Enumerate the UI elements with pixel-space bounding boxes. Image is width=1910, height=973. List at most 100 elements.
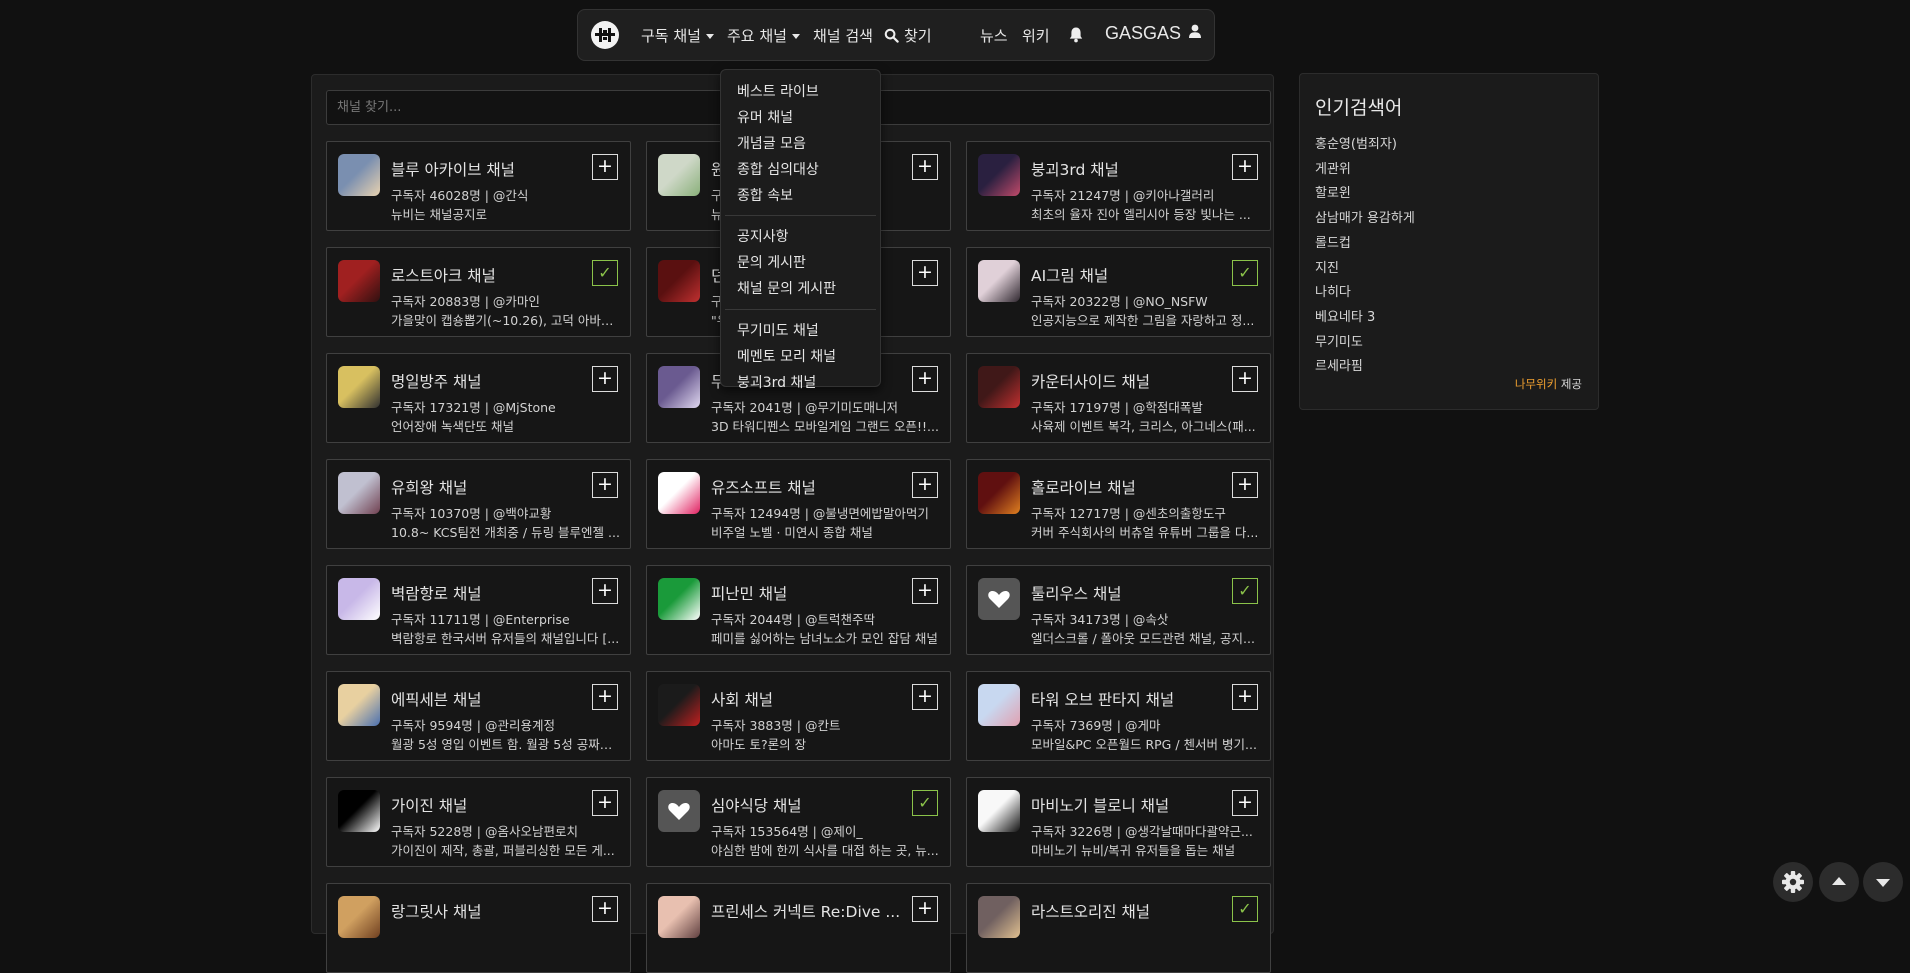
channel-card[interactable]: 카운터사이드 채널 구독자 17197명 | @학점대폭발 사육제 이벤트 복각, …	[966, 353, 1271, 443]
subscribe-plus-button[interactable]: +	[912, 154, 938, 180]
popular-search-item[interactable]: 무기미도	[1315, 331, 1363, 350]
subscribed-check-button[interactable]: ✓	[1232, 896, 1258, 922]
popular-search-item[interactable]: 르세라핌	[1315, 355, 1363, 374]
subscribe-plus-button[interactable]: +	[1232, 366, 1258, 392]
channel-name[interactable]: AI그림 채널	[1031, 264, 1222, 286]
channel-card[interactable]: 블루 아카이브 채널 구독자 46028명 | @간식 뉴비는 채널공지로 +	[326, 141, 631, 231]
channel-name[interactable]: 랑그릿사 채널	[391, 900, 582, 922]
notification-bell-icon[interactable]	[1068, 26, 1084, 47]
user-menu[interactable]: GASGAS	[1105, 23, 1202, 44]
channel-name[interactable]: 툴리우스 채널	[1031, 582, 1222, 604]
subscribe-plus-button[interactable]: +	[912, 472, 938, 498]
dropdown-item-best-live[interactable]: 베스트 라이브	[737, 81, 819, 101]
subscribe-plus-button[interactable]: +	[1232, 472, 1258, 498]
nav-wiki[interactable]: 위키	[1022, 25, 1050, 46]
dropdown-item-breaking[interactable]: 종합 속보	[737, 185, 793, 205]
popular-search-item[interactable]: 삼남매가 용감하게	[1315, 207, 1415, 226]
channel-card[interactable]: 랑그릿사 채널 +	[326, 883, 631, 973]
channel-card[interactable]: 유즈소프트 채널 구독자 12494명 | @불냉면에밥말아먹기 비주얼 노벨 · …	[646, 459, 951, 549]
subscribe-plus-button[interactable]: +	[592, 790, 618, 816]
nav-news[interactable]: 뉴스	[980, 25, 1008, 46]
channel-name[interactable]: 벽람항로 채널	[391, 582, 582, 604]
channel-card[interactable]: 벽람항로 채널 구독자 11711명 | @Enterprise 벽람항로 한국서버…	[326, 565, 631, 655]
channel-name[interactable]: 라스트오리진 채널	[1031, 900, 1222, 922]
nav-channel-search[interactable]: 채널 검색	[813, 25, 873, 46]
dropdown-item-notice[interactable]: 공지사항	[737, 226, 789, 246]
channel-card[interactable]: 심야식당 채널 구독자 153564명 | @제이_ 야심한 밤에 한끼 식사를 대…	[646, 777, 951, 867]
subscribe-plus-button[interactable]: +	[592, 684, 618, 710]
channel-name[interactable]: 사회 채널	[711, 688, 902, 710]
site-logo[interactable]	[591, 21, 619, 49]
settings-button[interactable]	[1773, 862, 1813, 902]
channel-card[interactable]: 피난민 채널 구독자 2044명 | @트럭챈주딱 페미를 싫어하는 남녀노소가 모…	[646, 565, 951, 655]
channel-name[interactable]: 피난민 채널	[711, 582, 902, 604]
subscribed-check-button[interactable]: ✓	[1232, 578, 1258, 604]
channel-card[interactable]: 붕괴3rd 채널 구독자 21247명 | @키아나갤러리 최초의 율자 진아 엘리…	[966, 141, 1271, 231]
channel-name[interactable]: 유희왕 채널	[391, 476, 582, 498]
subscribe-plus-button[interactable]: +	[1232, 684, 1258, 710]
nav-main-channels[interactable]: 주요 채널	[727, 25, 800, 46]
subscribe-plus-button[interactable]: +	[912, 260, 938, 286]
scroll-top-button[interactable]	[1819, 862, 1859, 902]
subscribe-plus-button[interactable]: +	[1232, 154, 1258, 180]
channel-card[interactable]: 타워 오브 판타지 채널 구독자 7369명 | @게마 모바일&PC 오픈월드 R…	[966, 671, 1271, 761]
nav-subscribed-channels[interactable]: 구독 채널	[641, 25, 714, 46]
subscribe-plus-button[interactable]: +	[592, 578, 618, 604]
popular-search-item[interactable]: 나히다	[1315, 281, 1351, 300]
subscribe-plus-button[interactable]: +	[912, 578, 938, 604]
channel-name[interactable]: 붕괴3rd 채널	[1031, 158, 1222, 180]
channel-name[interactable]: 홀로라이브 채널	[1031, 476, 1222, 498]
subscribe-plus-button[interactable]: +	[912, 896, 938, 922]
channel-name[interactable]: 카운터사이드 채널	[1031, 370, 1222, 392]
channel-card[interactable]: 유희왕 채널 구독자 10370명 | @백야교황 10.8~ KCS팀전 개최중 …	[326, 459, 631, 549]
subscribe-plus-button[interactable]: +	[592, 154, 618, 180]
channel-name[interactable]: 블루 아카이브 채널	[391, 158, 582, 180]
channel-card[interactable]: 마비노기 블로니 채널 구독자 3226명 | @생각날때마다괄약근... 마비노기…	[966, 777, 1271, 867]
channel-card[interactable]: 툴리우스 채널 구독자 34173명 | @속삿 엘더스크롤 / 폴아웃 모드관련 …	[966, 565, 1271, 655]
nav-find[interactable]: 찾기	[884, 25, 932, 46]
dropdown-item-channel-inquiry[interactable]: 채널 문의 게시판	[737, 278, 836, 298]
channel-name[interactable]: 마비노기 블로니 채널	[1031, 794, 1222, 816]
subscribe-plus-button[interactable]: +	[592, 472, 618, 498]
subscribed-check-button[interactable]: ✓	[592, 260, 618, 286]
channel-card[interactable]: 에픽세븐 채널 구독자 9594명 | @관리용계정 월광 5성 영입 이벤트 함.…	[326, 671, 631, 761]
subscribe-plus-button[interactable]: +	[592, 896, 618, 922]
dropdown-item-memento-mori[interactable]: 메멘토 모리 채널	[737, 346, 836, 366]
subscribe-plus-button[interactable]: +	[1232, 790, 1258, 816]
popular-search-item[interactable]: 할로윈	[1315, 182, 1351, 201]
channel-card[interactable]: 가이진 채널 구독자 5228명 | @옴사오남편로치 가이진이 제작, 총괄, 퍼…	[326, 777, 631, 867]
channel-name[interactable]: 유즈소프트 채널	[711, 476, 902, 498]
subscribe-plus-button[interactable]: +	[912, 366, 938, 392]
dropdown-item-honkai[interactable]: 붕괴3rd 채널	[737, 372, 816, 392]
dropdown-item-inquiry[interactable]: 문의 게시판	[737, 252, 806, 272]
popular-search-item[interactable]: 지진	[1315, 257, 1339, 276]
subscribed-check-button[interactable]: ✓	[912, 790, 938, 816]
channel-card[interactable]: 홀로라이브 채널 구독자 12717명 | @센초의출항도구 커버 주식회사의 버츄…	[966, 459, 1271, 549]
channel-card[interactable]: 라스트오리진 채널 ✓	[966, 883, 1271, 973]
channel-name[interactable]: 에픽세븐 채널	[391, 688, 582, 710]
channel-name[interactable]: 명일방주 채널	[391, 370, 582, 392]
channel-card[interactable]: 사회 채널 구독자 3883명 | @칸트 아마도 토?론의 장 +	[646, 671, 951, 761]
popular-search-item[interactable]: 롤드컵	[1315, 232, 1351, 251]
popular-search-item[interactable]: 베요네타 3	[1315, 306, 1375, 325]
dropdown-item-mugimido[interactable]: 무기미도 채널	[737, 320, 819, 340]
channel-name[interactable]: 타워 오브 판타지 채널	[1031, 688, 1222, 710]
channel-card[interactable]: 로스트아크 채널 구독자 20883명 | @카마인 가을맞이 캡숑뽑기(~10.2…	[326, 247, 631, 337]
channel-card[interactable]: 명일방주 채널 구독자 17321명 | @MjStone 언어장애 녹색단또 채널…	[326, 353, 631, 443]
dropdown-item-review[interactable]: 종합 심의대상	[737, 159, 819, 179]
channel-card[interactable]: AI그림 채널 구독자 20322명 | @NO_NSFW 인공지능으로 제작한 그…	[966, 247, 1271, 337]
subscribe-plus-button[interactable]: +	[912, 684, 938, 710]
popular-search-item[interactable]: 홍순영(범죄자)	[1315, 133, 1397, 152]
channel-name[interactable]: 가이진 채널	[391, 794, 582, 816]
channel-name[interactable]: 프린세스 커넥트 Re:Dive ...	[711, 900, 902, 922]
dropdown-item-concept-posts[interactable]: 개념글 모음	[737, 133, 806, 153]
scroll-bottom-button[interactable]	[1863, 862, 1903, 902]
subscribed-check-button[interactable]: ✓	[1232, 260, 1258, 286]
popular-search-item[interactable]: 게관위	[1315, 158, 1351, 177]
channel-name[interactable]: 심야식당 채널	[711, 794, 902, 816]
subscribe-plus-button[interactable]: +	[592, 366, 618, 392]
dropdown-item-humor[interactable]: 유머 채널	[737, 107, 793, 127]
namuwiki-link[interactable]: 나무위키	[1515, 377, 1557, 391]
channel-name[interactable]: 로스트아크 채널	[391, 264, 582, 286]
channel-card[interactable]: 프린세스 커넥트 Re:Dive ... +	[646, 883, 951, 973]
